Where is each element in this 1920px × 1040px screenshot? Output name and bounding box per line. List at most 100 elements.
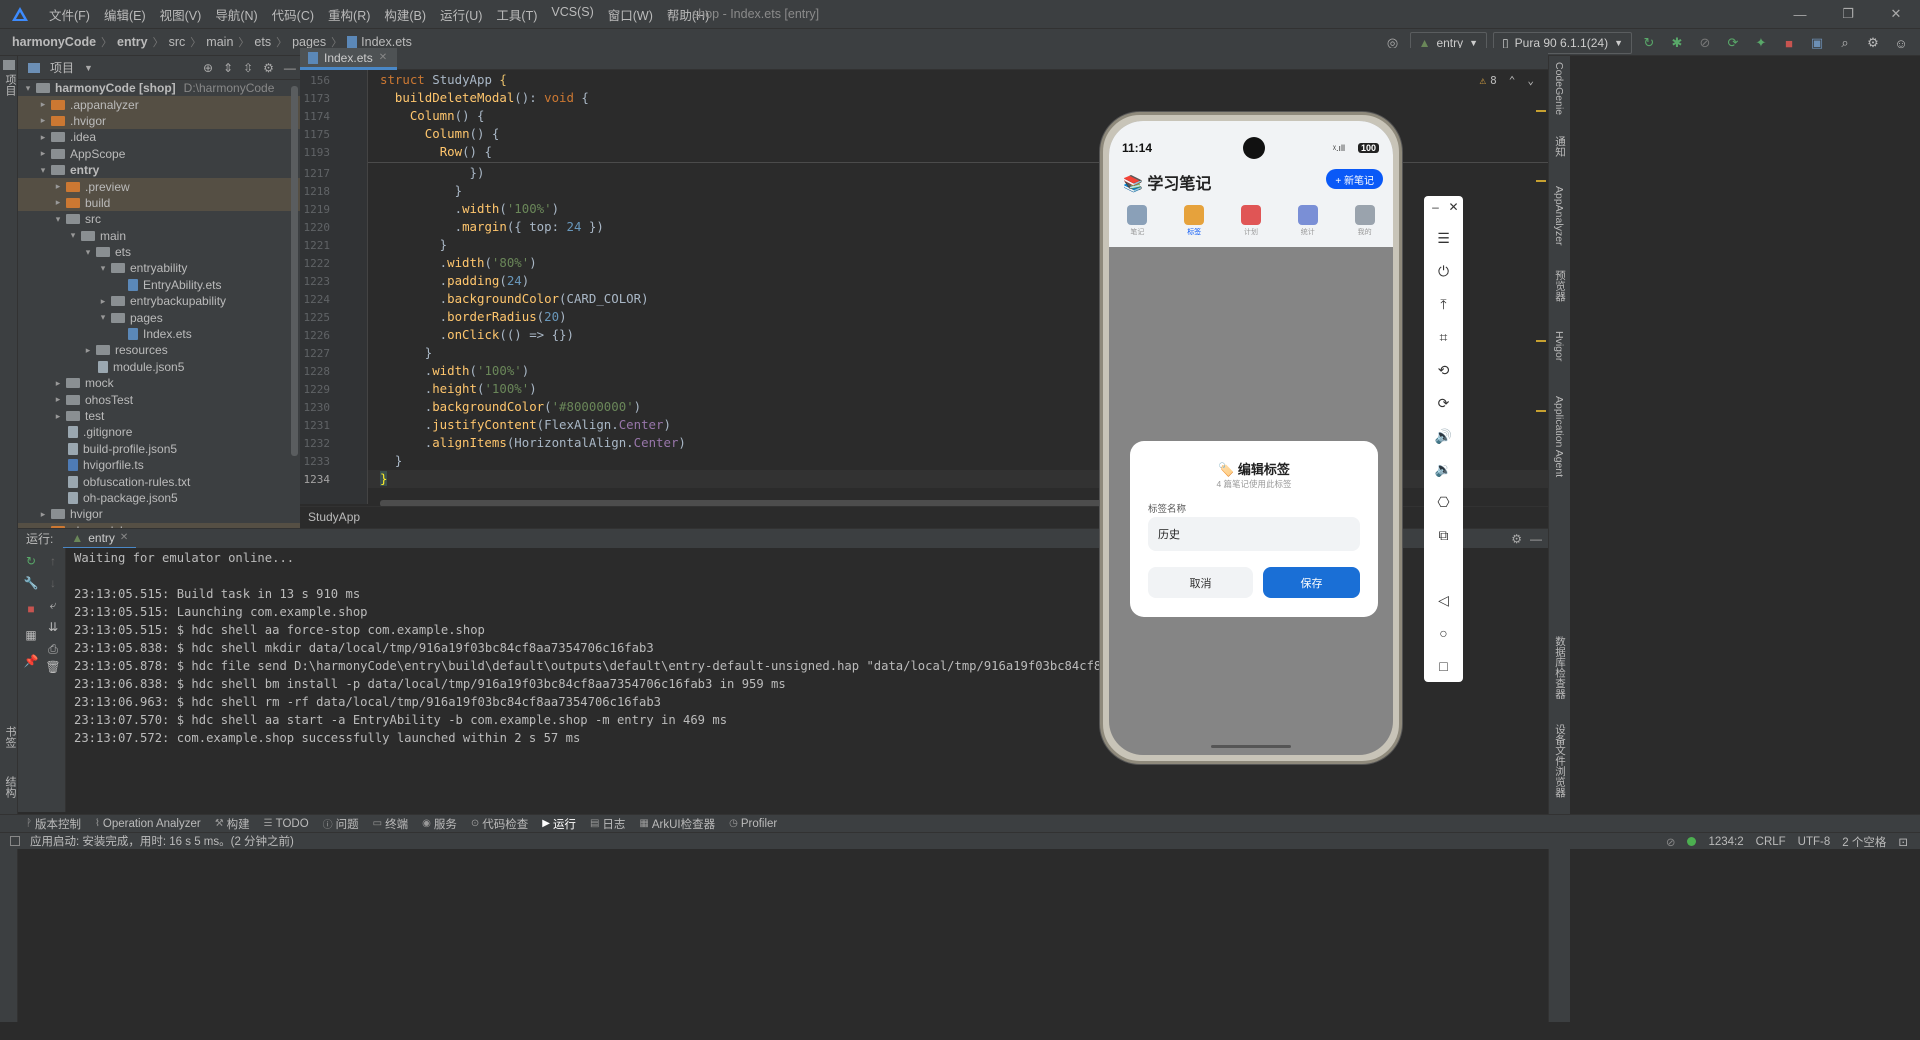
inspection-widget[interactable]: ⚠ 8 ⌃ ⌄ bbox=[1480, 74, 1535, 87]
rotate-right-icon[interactable]: ⟳ bbox=[1424, 395, 1463, 412]
tool-tab[interactable]: ᚹ 版本控制 bbox=[26, 816, 81, 832]
chevron-right-icon[interactable]: ▸ bbox=[37, 509, 49, 520]
power-icon[interactable]: ⏻ bbox=[1424, 263, 1463, 280]
menu-item[interactable]: VCS(S) bbox=[544, 5, 600, 24]
chevron-down-icon[interactable]: ▾ bbox=[82, 247, 94, 258]
close-tab-icon[interactable]: ✕ bbox=[120, 532, 128, 543]
expand-all-icon[interactable]: ⇕ bbox=[223, 61, 233, 75]
run-settings-icon[interactable]: ⚙ bbox=[1511, 532, 1522, 546]
right-tool-label[interactable]: AppAnalyzer bbox=[1553, 186, 1565, 246]
chevron-down-icon[interactable]: ▾ bbox=[22, 83, 34, 94]
chevron-right-icon[interactable]: ▸ bbox=[97, 296, 109, 307]
project-tool-icon[interactable] bbox=[3, 60, 15, 70]
structure-tool-label[interactable]: 结构 bbox=[2, 776, 18, 798]
tree-item[interactable]: ▸ test bbox=[18, 408, 300, 424]
tree-item[interactable]: ▸ hvigor bbox=[18, 506, 300, 522]
code-line[interactable]: .borderRadius(20) bbox=[380, 309, 567, 324]
breadcrumb-item[interactable]: harmonyCode bbox=[12, 35, 96, 49]
tree-item[interactable]: .gitignore bbox=[18, 424, 300, 440]
layout-icon[interactable]: ▦ bbox=[23, 628, 39, 642]
shake-icon[interactable]: ⎔ bbox=[1424, 494, 1463, 511]
tree-item[interactable]: ▸ .hvigor bbox=[18, 112, 300, 130]
search-icon[interactable]: ⌕ bbox=[1834, 32, 1856, 54]
code-line[interactable]: .width('100%') bbox=[380, 201, 559, 216]
tag-name-input[interactable]: 历史 bbox=[1148, 517, 1360, 551]
right-tool-label[interactable]: Hvigor bbox=[1553, 331, 1565, 361]
hide-panel-icon[interactable]: — bbox=[284, 61, 296, 75]
print-icon[interactable]: ⎙ bbox=[45, 642, 61, 657]
breadcrumb-item[interactable]: Index.ets bbox=[361, 35, 412, 49]
rerun-icon[interactable]: ↻ bbox=[23, 554, 39, 568]
tool-tab[interactable]: ▤ 日志 bbox=[590, 816, 625, 832]
back-icon[interactable]: ◁ bbox=[1424, 592, 1463, 609]
code-line[interactable]: Column() { bbox=[380, 126, 500, 141]
tool-tab[interactable]: ⊙ 代码检查 bbox=[471, 816, 528, 832]
chevron-right-icon[interactable]: ▸ bbox=[52, 394, 64, 405]
scroll-down-icon[interactable]: ↓ bbox=[45, 576, 61, 590]
app-tab[interactable]: 统计 bbox=[1283, 199, 1333, 247]
line-separator[interactable]: CRLF bbox=[1756, 836, 1786, 848]
warning-marker[interactable] bbox=[1536, 180, 1546, 182]
tree-item[interactable]: ▸ mock bbox=[18, 375, 300, 391]
home-icon[interactable]: ○ bbox=[1424, 625, 1463, 641]
toggle-panels-icon[interactable] bbox=[10, 836, 20, 846]
trash-icon[interactable]: 🗑 bbox=[45, 660, 61, 674]
right-tool-label[interactable]: 设备文件浏览器 bbox=[1553, 724, 1568, 798]
warning-marker[interactable] bbox=[1536, 110, 1546, 112]
debug-icon[interactable]: ✱ bbox=[1666, 32, 1688, 54]
chevron-right-icon[interactable]: ▸ bbox=[37, 115, 49, 126]
app-tab[interactable]: 标签 bbox=[1169, 199, 1219, 247]
run-tab-entry[interactable]: ▲ entry ✕ bbox=[63, 529, 137, 549]
attach-debugger-icon[interactable]: ⊘ bbox=[1694, 32, 1716, 54]
code-line[interactable]: Row() { bbox=[380, 144, 492, 159]
wrench-icon[interactable]: 🔧 bbox=[23, 576, 39, 590]
stop-icon[interactable]: ■ bbox=[1778, 32, 1800, 54]
settings-gear-icon[interactable]: ⚙ bbox=[1862, 32, 1884, 54]
scroll-to-end-icon[interactable]: ⇊ bbox=[45, 620, 61, 634]
next-highlight-icon[interactable]: ⌄ bbox=[1527, 74, 1534, 87]
tool-tab[interactable]: ⓘ 问题 bbox=[323, 816, 359, 832]
warning-marker[interactable] bbox=[1536, 410, 1546, 412]
tree-item[interactable]: EntryAbility.ets bbox=[18, 277, 300, 293]
code-line[interactable]: Column() { bbox=[380, 108, 485, 123]
home-indicator[interactable] bbox=[1211, 745, 1291, 748]
tool-tab[interactable]: ▶ 运行 bbox=[542, 816, 576, 832]
right-tool-label[interactable]: 通知 bbox=[1553, 136, 1568, 157]
tree-item[interactable]: hvigorfile.ts bbox=[18, 457, 300, 473]
chevron-down-icon[interactable]: ▾ bbox=[67, 230, 79, 241]
panel-settings-icon[interactable]: ⚙ bbox=[263, 61, 274, 75]
menu-icon[interactable]: ☰ bbox=[1424, 230, 1463, 247]
chevron-right-icon[interactable]: ▸ bbox=[52, 411, 64, 422]
indent-setting[interactable]: 2 个空格 bbox=[1842, 834, 1886, 850]
tree-item[interactable]: ▸ AppScope bbox=[18, 146, 300, 162]
tree-item[interactable]: module.json5 bbox=[18, 359, 300, 375]
collapse-all-icon[interactable]: ⇳ bbox=[243, 61, 253, 75]
breadcrumb-item[interactable]: entry bbox=[117, 35, 148, 49]
tree-item[interactable]: ▾ pages bbox=[18, 309, 300, 325]
prev-highlight-icon[interactable]: ⌃ bbox=[1509, 74, 1516, 87]
menu-item[interactable]: 重构(R) bbox=[321, 5, 377, 24]
tree-item[interactable]: ▾ entry bbox=[18, 162, 300, 178]
menu-item[interactable]: 构建(B) bbox=[377, 5, 433, 24]
breadcrumb-item[interactable]: src bbox=[169, 35, 186, 49]
tree-item[interactable]: obfuscation-rules.txt bbox=[18, 473, 300, 489]
chevron-right-icon[interactable]: ▸ bbox=[37, 132, 49, 143]
device-manager-icon[interactable]: ▣ bbox=[1806, 32, 1828, 54]
right-tool-label[interactable]: 数据库检查器 bbox=[1553, 636, 1568, 699]
menu-item[interactable]: 工具(T) bbox=[489, 5, 544, 24]
code-line[interactable]: struct StudyApp { bbox=[380, 72, 507, 87]
tree-item[interactable]: ▾ entryability bbox=[18, 260, 300, 276]
chevron-right-icon[interactable]: ▸ bbox=[37, 99, 49, 110]
chevron-down-icon[interactable]: ▼ bbox=[84, 63, 93, 73]
chevron-right-icon[interactable]: ▸ bbox=[52, 378, 64, 389]
caret-position[interactable]: 1234:2 bbox=[1708, 836, 1743, 848]
code-line[interactable]: } bbox=[380, 237, 447, 252]
volume-up-icon[interactable]: 🔊 bbox=[1424, 428, 1463, 445]
tree-item[interactable]: ▸ .appanalyzer bbox=[18, 96, 300, 113]
tree-item[interactable]: ▾ main bbox=[18, 228, 300, 244]
chevron-down-icon[interactable]: ▾ bbox=[37, 165, 49, 176]
emulator-screen[interactable]: 11:14 ᵡ.ıll 100 📚 学习笔记 + 新笔记 笔记 标签 计划 统计 我的 … bbox=[1109, 121, 1393, 755]
code-line[interactable]: .backgroundColor('#80000000') bbox=[380, 399, 641, 414]
menu-item[interactable]: 导航(N) bbox=[208, 5, 264, 24]
tree-item[interactable]: ▾ ets bbox=[18, 244, 300, 260]
